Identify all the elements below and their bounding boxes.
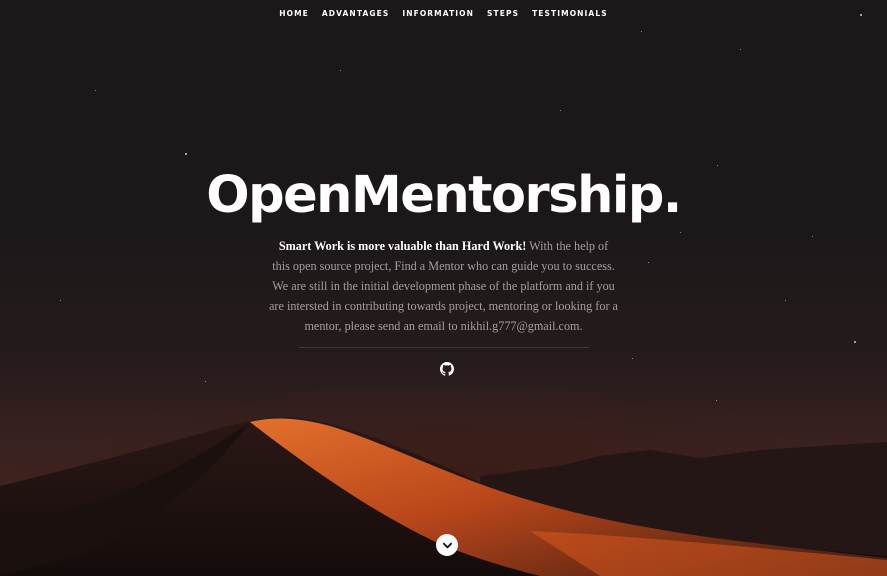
star — [185, 153, 187, 155]
github-icon[interactable] — [440, 361, 454, 376]
hero-description: Smart Work is more valuable than Hard Wo… — [269, 236, 619, 336]
hero-section: OpenMentorship. Smart Work is more valua… — [0, 163, 887, 348]
star — [716, 400, 717, 401]
scroll-down-button[interactable] — [436, 534, 458, 556]
nav-link-information[interactable]: INFORMATION — [402, 9, 474, 18]
star — [95, 90, 96, 91]
star — [740, 49, 741, 50]
landing-page: HOME ADVANTAGES INFORMATION STEPS TESTIM… — [0, 0, 887, 576]
star — [632, 358, 633, 359]
hero-description-text: With the help of this open source projec… — [269, 239, 618, 333]
nav-link-steps[interactable]: STEPS — [487, 9, 519, 18]
star — [641, 31, 642, 32]
star — [560, 110, 561, 111]
main-nav: HOME ADVANTAGES INFORMATION STEPS TESTIM… — [0, 9, 887, 18]
page-title: OpenMentorship. — [206, 166, 682, 225]
nav-link-home[interactable]: HOME — [279, 9, 309, 18]
chevron-down-icon — [442, 542, 452, 548]
star — [340, 70, 341, 71]
hero-tagline: Smart Work is more valuable than Hard Wo… — [278, 239, 527, 253]
hero-divider — [298, 347, 589, 348]
nav-link-advantages[interactable]: ADVANTAGES — [322, 9, 389, 18]
star — [205, 381, 206, 382]
nav-link-testimonials[interactable]: TESTIMONIALS — [532, 9, 608, 18]
